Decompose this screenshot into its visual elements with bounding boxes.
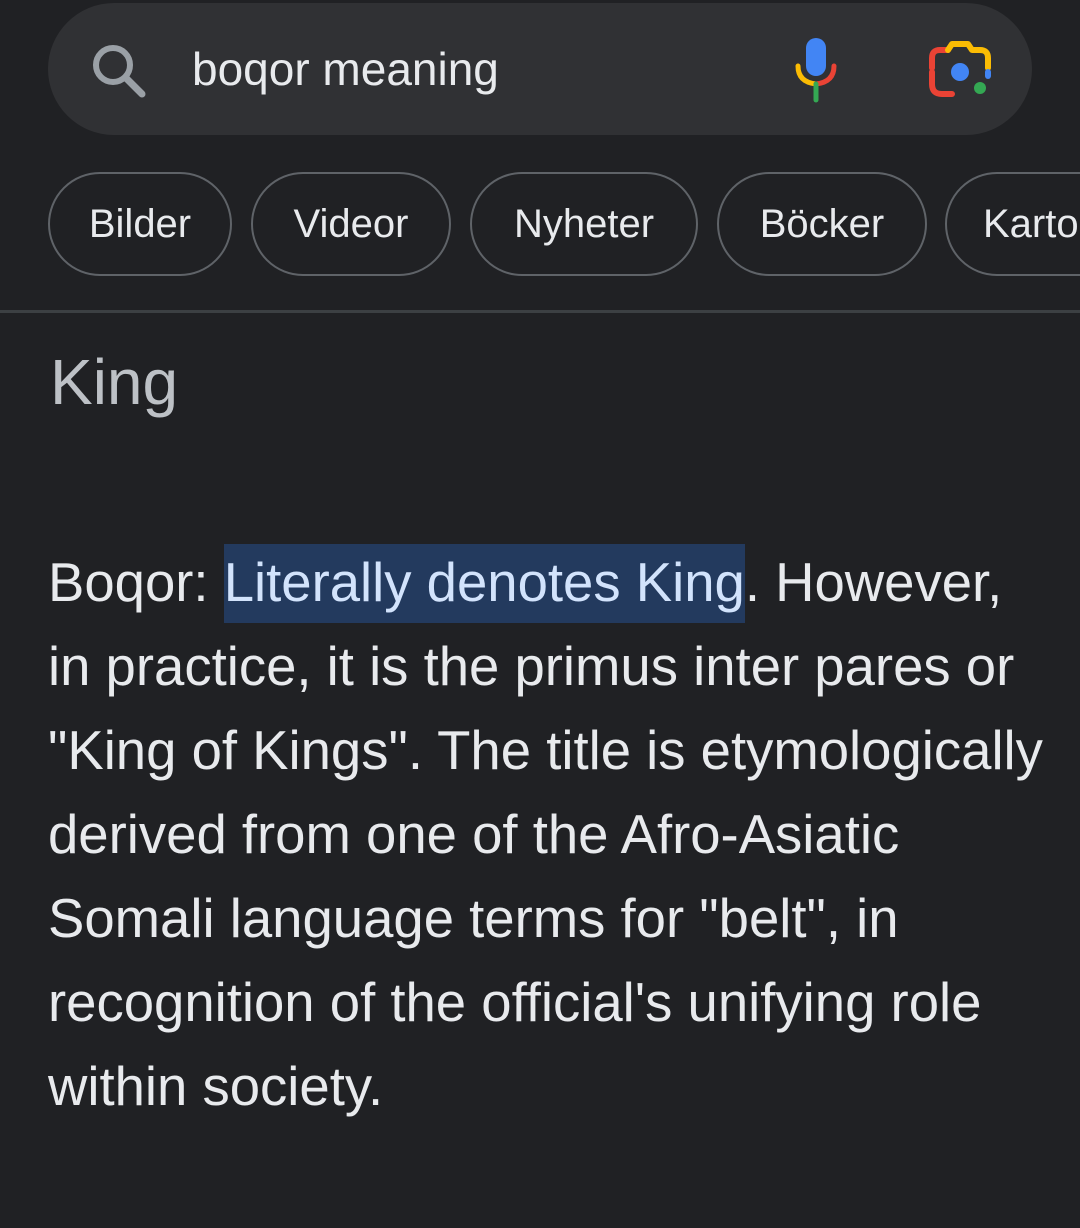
search-icon[interactable] [88, 40, 148, 100]
search-filter-chips: Bilder Videor Nyheter Böcker Karto [0, 170, 1080, 280]
chip-images[interactable]: Bilder [48, 172, 232, 276]
answer-title: King [50, 346, 179, 418]
divider [0, 310, 1080, 313]
camera-lens-icon[interactable] [928, 40, 992, 100]
search-input[interactable]: boqor meaning [192, 40, 499, 98]
answer-highlight: Literally denotes King [223, 544, 745, 623]
chip-news[interactable]: Nyheter [470, 172, 698, 276]
chip-books[interactable]: Böcker [717, 172, 927, 276]
answer-term-prefix: Boqor: [48, 552, 224, 613]
chip-videos[interactable]: Videor [251, 172, 451, 276]
answer-rest: . However, in practice, it is the primus… [48, 552, 1043, 1117]
mic-icon[interactable] [790, 36, 842, 104]
answer-text: Boqor: Literally denotes King. However, … [48, 541, 1048, 1129]
chip-maps[interactable]: Karto [945, 172, 1080, 276]
